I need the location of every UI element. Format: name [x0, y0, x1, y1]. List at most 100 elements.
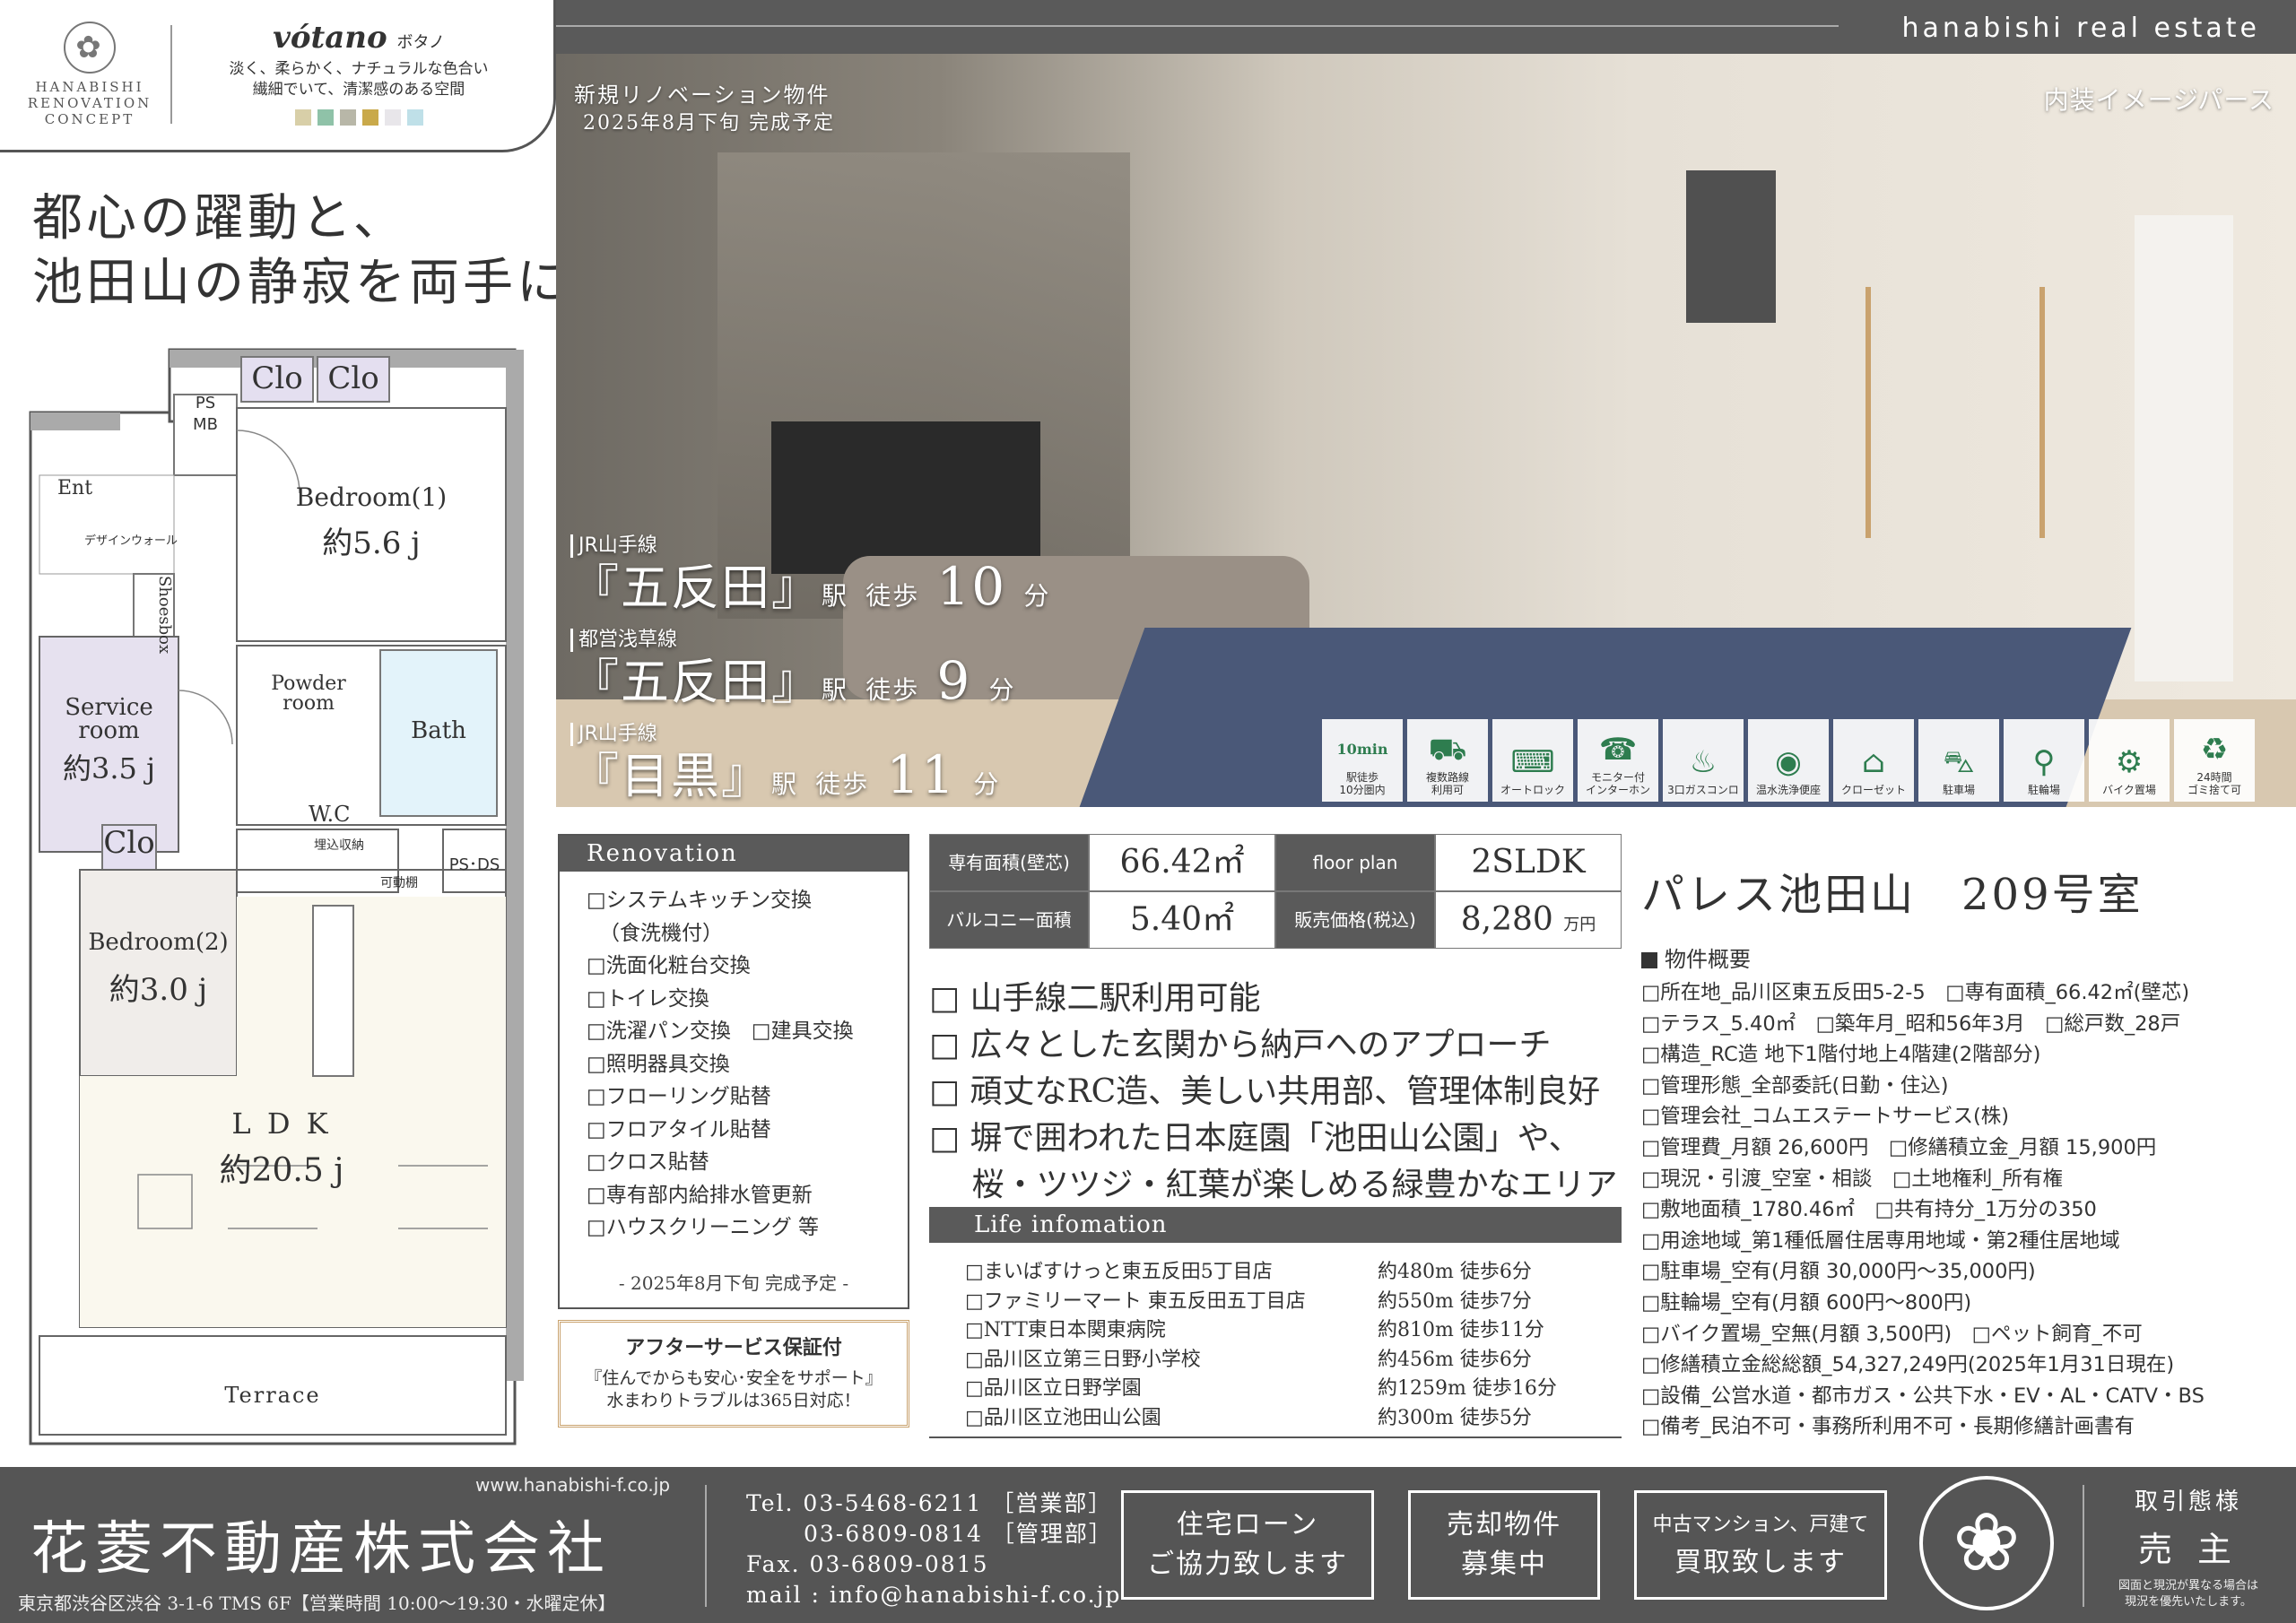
built-in-storage-label: 埋込収納 [314, 838, 364, 853]
life-information: Life infomation □まいばすけっと東五反田5丁目店 約480m 徒歩… [929, 1207, 1622, 1438]
tel-management[interactable]: 03-6809-0814 ［管理部］ [746, 1519, 1121, 1549]
life-distance: 約480m 徒歩6分 [1378, 1261, 1532, 1284]
email-link[interactable]: mail : info@hanabishi-f.co.jp [746, 1580, 1121, 1610]
property-detail-row: □管理費_月額 26,600円 □修繕積立金_月額 15,900円 [1641, 1135, 2157, 1159]
property-detail-row: □テラス_5.40㎡ □築年月_昭和56年3月 □総戸数_28戸 [1641, 1011, 2181, 1036]
station-walk: 徒歩 [865, 675, 920, 705]
amenity-trash-24h: ♻ 24時間 ゴミ捨て可 [2174, 719, 2255, 802]
concept-name-kana: ボタノ [396, 33, 445, 52]
renovation-item: □クロス貼替 [587, 1150, 709, 1174]
headline-line-1: 都心の躍動と、 [32, 189, 407, 247]
color-swatch [361, 109, 378, 126]
feature-item: □ 山手線二駅利用可能 [929, 980, 1261, 1017]
closet-2-label: Clo [327, 360, 379, 396]
bath-label: Bath [411, 717, 466, 744]
station-unit: 分 [973, 769, 1001, 799]
closet-1-label: Clo [251, 360, 303, 396]
design-wall-label: デザインウォール [84, 534, 178, 548]
purchase-box: 中古マンション、戸建て 買取致します [1634, 1490, 1887, 1600]
footer-divider [705, 1485, 707, 1607]
bedroom-2-label: Bedroom(2) [88, 929, 229, 956]
ldk-size: 約20.5 j [219, 1152, 344, 1189]
station-line: 都営浅草線 [570, 629, 677, 652]
renovation-item: □フローリング貼替 [587, 1085, 771, 1108]
station-name: 『五反田』 [570, 560, 822, 616]
property-detail-row: □修繕積立金総総額_54,327,249円(2025年1月31日現在) [1641, 1353, 2175, 1377]
tel-sales[interactable]: Tel. 03-5468-6211 ［営業部］ [746, 1488, 1121, 1519]
loan-box: 住宅ローン ご協力致します [1121, 1490, 1374, 1600]
renovation-list: □システムキッチン交換 （食洗機付） □洗面化粧台交換 □トイレ交換 □洗濯パン交換 □… [560, 872, 908, 1245]
concept-divider [170, 25, 172, 124]
color-swatch [339, 109, 356, 126]
amenity-label: 24時間 ゴミ捨て可 [2187, 771, 2241, 796]
price-unit: 万円 [1563, 916, 1596, 934]
transaction-type: 取引態様 売 主 図面と現況が異なる場合は 現況を優先いたします。 [2099, 1483, 2278, 1610]
station-main: 『目黒』駅 徒歩 11 分 [570, 746, 1050, 807]
movable-shelf-label: 可動棚 [380, 876, 418, 890]
amenity-bicycle: ⚲ 駐輪場 [2004, 719, 2084, 802]
logo-line-3: CONCEPT [44, 111, 135, 127]
life-row: □ファミリーマート 東五反田五丁目店 約550m 徒歩7分 [965, 1285, 1557, 1315]
station-minutes: 11 [886, 744, 957, 805]
selling-box: 売却物件 募集中 [1408, 1490, 1600, 1600]
rendering-caption: 内装イメージパース [2043, 85, 2274, 115]
property-detail-row: □駐輪場_空有(月額 600円〜800円) [1641, 1290, 1972, 1315]
color-swatches [179, 109, 538, 126]
website-link[interactable]: www.hanabishi-f.co.jp [475, 1474, 670, 1496]
property-detail-row: □用途地域_第1種低層住居専用地域・第2種住居地域 [1641, 1228, 2120, 1253]
color-swatch [294, 109, 311, 126]
shoesbox-label: Shoesbox [155, 576, 174, 655]
after-service-line-2: 水まわりトラブルは365日対応！ [606, 1391, 861, 1410]
property-detail-row: □設備_公営水道・都市ガス・公共下水・EV・AL・CATV・BS [1641, 1384, 2205, 1408]
amenity-train: ⛟ 複数路線 利用可 [1407, 719, 1488, 802]
station-main: 『五反田』駅 徒歩 9 分 [570, 652, 1050, 719]
closet-3-label: Clo [103, 825, 155, 861]
feature-item: □ 広々とした玄関から納戸へのアプローチ [929, 1027, 1552, 1063]
renovation-item: □システムキッチン交換 [587, 889, 813, 912]
color-swatch [406, 109, 423, 126]
bedroom-2-size: 約3.0 j [109, 972, 208, 1008]
life-title: Life infomation [929, 1207, 1622, 1243]
price-value: 8,280 万円 [1435, 891, 1622, 949]
service-room-label: Service room [65, 694, 153, 744]
station-eki: 駅 [822, 675, 849, 705]
station-unit: 分 [1023, 581, 1051, 611]
ldk-label: L D K [231, 1107, 332, 1141]
amenity-motorbike: ⚙ バイク置場 [2089, 719, 2170, 802]
renovation-item: □専有部内給排水管更新 [587, 1183, 813, 1207]
footer-divider-2 [2083, 1485, 2084, 1607]
top-bar-rule [556, 25, 1839, 27]
station-name: 『五反田』 [570, 654, 822, 710]
service-room-size: 約3.5 j [63, 751, 155, 785]
amenity-walking-10min: 10min 駅徒歩 10分圏内 [1322, 719, 1403, 802]
station-2: 都営浅草線 『五反田』駅 徒歩 9 分 [570, 629, 1050, 719]
life-distance: 約810m 徒歩11分 [1378, 1319, 1544, 1342]
life-table: □まいばすけっと東五反田5丁目店 約480m 徒歩6分 □ファミリーマート 東五反田… [965, 1255, 1557, 1430]
concept-panel: ✿ HANABISHI RENOVATION CONCEPT vótano ボタ… [0, 0, 556, 152]
station-walk: 徒歩 [815, 769, 870, 799]
refrigerator [2135, 215, 2233, 681]
concept-desc-2: 繊細でいて、清潔感のある空間 [252, 81, 465, 99]
transaction-label: 取引態様 [2134, 1488, 2242, 1515]
renovation-item: □照明器具交換 [587, 1052, 730, 1076]
amenity-intercom: ☎ モニター付 インターホン [1578, 719, 1658, 802]
property-detail-row: □構造_RC造 地下1階付地上4階建(2階部分) [1641, 1043, 2041, 1067]
station-line: JR山手線 [570, 534, 657, 558]
selling-line-2: 募集中 [1461, 1549, 1547, 1580]
concept-name: vótano ボタノ [179, 20, 538, 56]
trash-24h-icon: ♻ [2200, 732, 2229, 768]
amenity-gas-stove: ♨ 3口ガスコンロ [1663, 719, 1744, 802]
station-name: 『目黒』 [570, 748, 771, 804]
contact-info: Tel. 03-5468-6211 ［営業部］ 03-6809-0814 ［管理… [746, 1488, 1121, 1610]
area-value: 66.42㎡ [1089, 834, 1275, 891]
property-detail-row: □管理会社_コムエステートサービス(株) [1641, 1105, 2010, 1129]
powder-room-label: Powder room [271, 673, 346, 715]
train-icon: ⛟ [1428, 732, 1467, 768]
balcony-label: バルコニー面積 [929, 891, 1089, 949]
headline-line-2: 池田山の静寂を両手に。 [32, 254, 624, 312]
life-row: □品川区立第三日野小学校 約456m 徒歩6分 [965, 1343, 1557, 1373]
renovation-title: Renovation [560, 836, 908, 872]
bedroom-1-label: Bedroom(1) [295, 482, 448, 512]
spec-table: 専有面積(壁芯) 66.42㎡ floor plan 2SLDK バルコニー面積… [929, 834, 1622, 949]
interior-rendering: 新規リノベーション物件 2025年8月下旬 完成予定 内装イメージパース JR山… [556, 54, 2296, 807]
